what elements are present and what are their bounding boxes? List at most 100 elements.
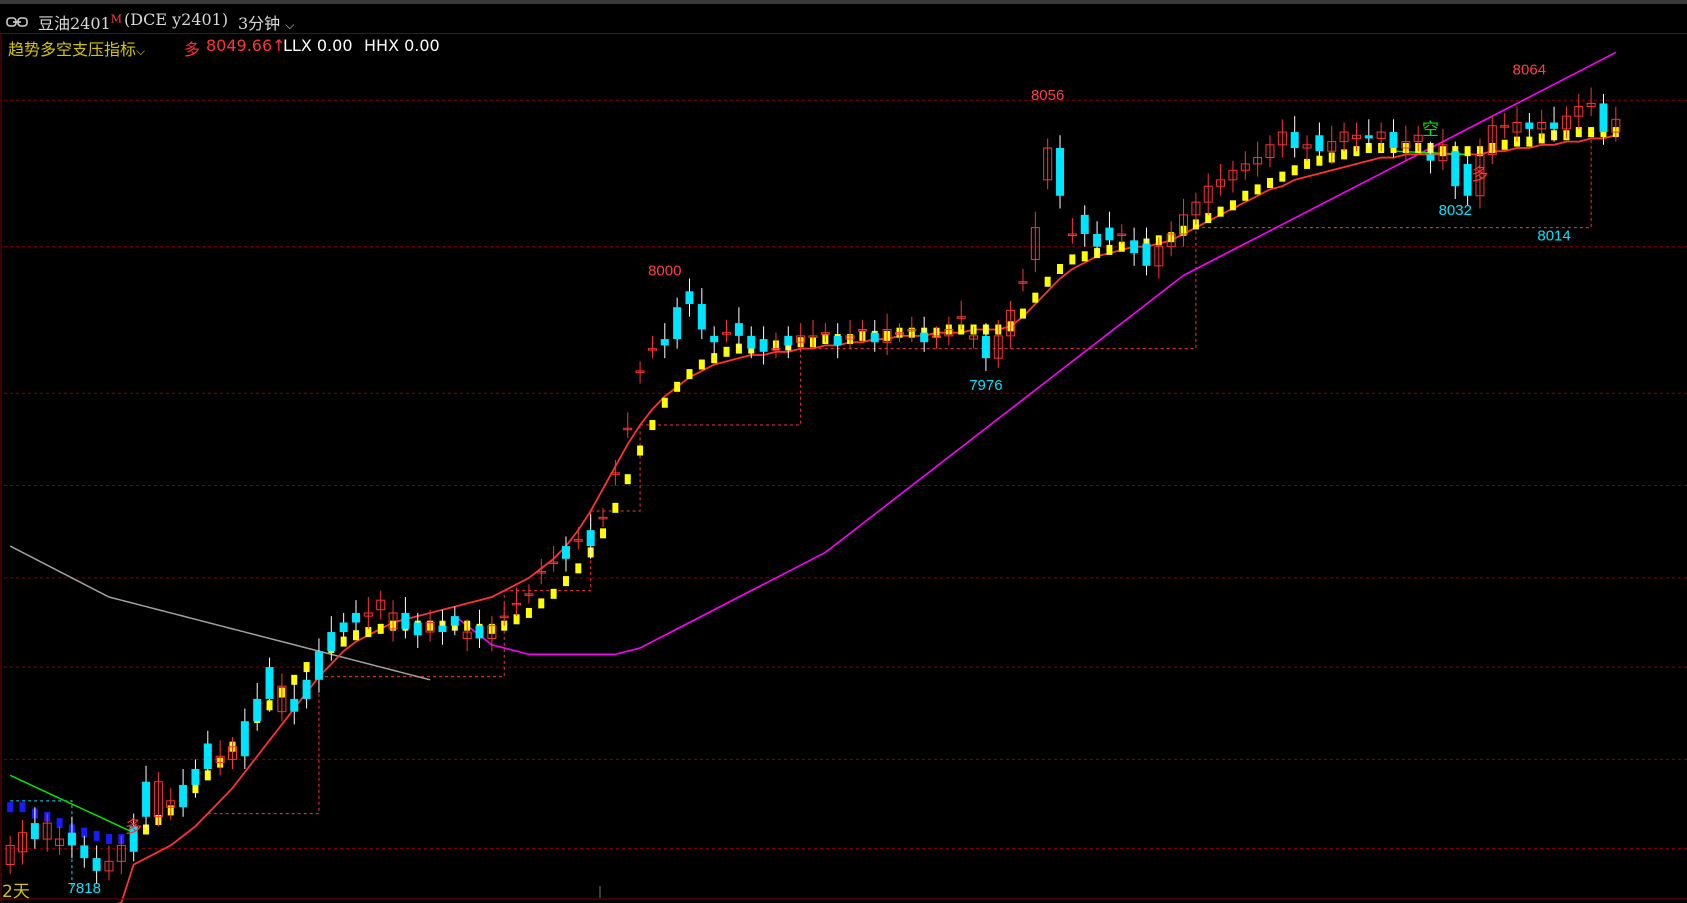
price-label: 8032 bbox=[1439, 202, 1472, 219]
candle-body bbox=[253, 698, 262, 722]
candle-body bbox=[759, 339, 768, 352]
signal-label: 多 bbox=[1471, 165, 1488, 185]
candle-body bbox=[1290, 132, 1299, 148]
candle-body bbox=[475, 625, 484, 639]
candle-body bbox=[30, 823, 39, 840]
candle-body bbox=[327, 632, 336, 652]
trend-marker bbox=[612, 502, 619, 513]
trend-marker bbox=[550, 588, 557, 599]
candle-body bbox=[290, 698, 299, 712]
candle-body bbox=[401, 612, 410, 629]
trend-marker bbox=[1242, 190, 1249, 201]
price-label: 8056 bbox=[1031, 87, 1064, 104]
candle-body bbox=[302, 679, 311, 699]
candle-body bbox=[1451, 151, 1460, 187]
candle-body bbox=[179, 784, 188, 808]
trend-marker bbox=[1044, 276, 1051, 287]
candle-body bbox=[1315, 135, 1324, 152]
trend-marker bbox=[538, 598, 545, 609]
candle-body bbox=[1426, 154, 1435, 161]
candle-body bbox=[673, 307, 682, 340]
trend-marker bbox=[93, 830, 100, 841]
period-label: 3分钟 bbox=[238, 14, 281, 33]
candle-body bbox=[747, 335, 756, 349]
trend-marker bbox=[7, 802, 14, 813]
candle-body bbox=[586, 530, 595, 547]
price-label: 8000 bbox=[648, 262, 681, 279]
signal-label: 多 bbox=[184, 40, 201, 59]
candle-body bbox=[784, 335, 793, 346]
chevron-down-icon: ⌵ bbox=[285, 18, 295, 32]
period-selector[interactable]: 3分钟 ⌵ bbox=[238, 10, 294, 34]
trend-marker bbox=[649, 420, 656, 431]
magenta-ma-line bbox=[454, 51, 1617, 656]
indicator-name: 趋势多空支压指标 bbox=[8, 40, 137, 59]
trend-marker bbox=[1229, 200, 1236, 211]
candle-body bbox=[1389, 132, 1398, 148]
candle-body bbox=[438, 625, 447, 633]
candle-body bbox=[710, 335, 719, 343]
main-contract-mark: M bbox=[110, 12, 122, 26]
candlestick-chart: 8064805680008032801479767818空多多 bbox=[0, 34, 1687, 903]
exchange-code: (DCE y2401) bbox=[124, 10, 229, 29]
candle-body bbox=[1056, 147, 1065, 196]
indicator-bar: 趋势多空支压指标⌵ 多 8049.66↑ LLX 0.00 HHX 0.00 bbox=[0, 34, 1687, 60]
candle-body bbox=[833, 335, 842, 346]
support-step bbox=[640, 348, 802, 426]
candle-body bbox=[191, 768, 200, 785]
candle-body bbox=[660, 339, 669, 346]
trend-marker bbox=[637, 445, 644, 456]
candle-body bbox=[1364, 135, 1373, 139]
trend-marker bbox=[600, 528, 607, 539]
candle-body bbox=[339, 622, 348, 633]
trend-marker bbox=[105, 834, 112, 845]
support-step bbox=[504, 511, 592, 592]
signal-label: 多 bbox=[125, 818, 142, 838]
trend-marker bbox=[562, 576, 569, 587]
link-icon[interactable] bbox=[6, 16, 28, 28]
price-label: 7818 bbox=[68, 880, 101, 897]
trend-marker bbox=[1501, 139, 1508, 150]
trend-marker bbox=[1588, 127, 1595, 138]
candle-body bbox=[413, 622, 422, 636]
candle-body bbox=[240, 721, 249, 757]
trend-marker bbox=[686, 369, 693, 380]
price-label: 8064 bbox=[1513, 62, 1546, 79]
price-label: 7976 bbox=[969, 377, 1002, 394]
trend-marker bbox=[1069, 254, 1076, 265]
trend-marker bbox=[1019, 308, 1026, 319]
support-resistance-steps bbox=[10, 138, 1592, 890]
price-label: 8014 bbox=[1537, 227, 1570, 244]
candle-body bbox=[1599, 103, 1608, 133]
trend-marker bbox=[674, 381, 681, 392]
signal-value: 8049.66↑ bbox=[206, 36, 286, 55]
candle-body bbox=[314, 651, 323, 680]
indicator-selector[interactable]: 趋势多空支压指标⌵ bbox=[8, 36, 145, 60]
candle-body bbox=[142, 781, 151, 817]
trend-marker bbox=[575, 563, 582, 574]
trend-marker bbox=[698, 359, 705, 370]
days-label: 2天 bbox=[2, 882, 30, 902]
candle-body bbox=[1463, 163, 1472, 196]
candle-body bbox=[67, 832, 76, 846]
candle-body bbox=[352, 612, 361, 623]
moving-average-lines bbox=[7, 51, 1619, 903]
trend-marker bbox=[624, 474, 631, 485]
trend-marker bbox=[1081, 251, 1088, 262]
candle-body bbox=[450, 616, 459, 626]
symbol-title[interactable]: 豆油2401M bbox=[38, 10, 122, 34]
candle-body bbox=[80, 845, 89, 859]
trend-marker bbox=[1291, 165, 1298, 176]
candle-body bbox=[1525, 122, 1534, 129]
candle-body bbox=[981, 335, 990, 359]
candle-body bbox=[1142, 243, 1151, 266]
candle-body bbox=[561, 546, 570, 559]
trend-marker bbox=[1266, 178, 1273, 189]
signal-label: 空 bbox=[1422, 120, 1439, 140]
candle-body bbox=[1105, 227, 1114, 241]
candles bbox=[5, 87, 1621, 884]
trend-marker bbox=[1057, 264, 1064, 274]
candle-body bbox=[870, 332, 879, 343]
title-bar: 豆油2401M (DCE y2401) 3分钟 ⌵ bbox=[0, 0, 1687, 34]
candle-body bbox=[92, 858, 101, 871]
